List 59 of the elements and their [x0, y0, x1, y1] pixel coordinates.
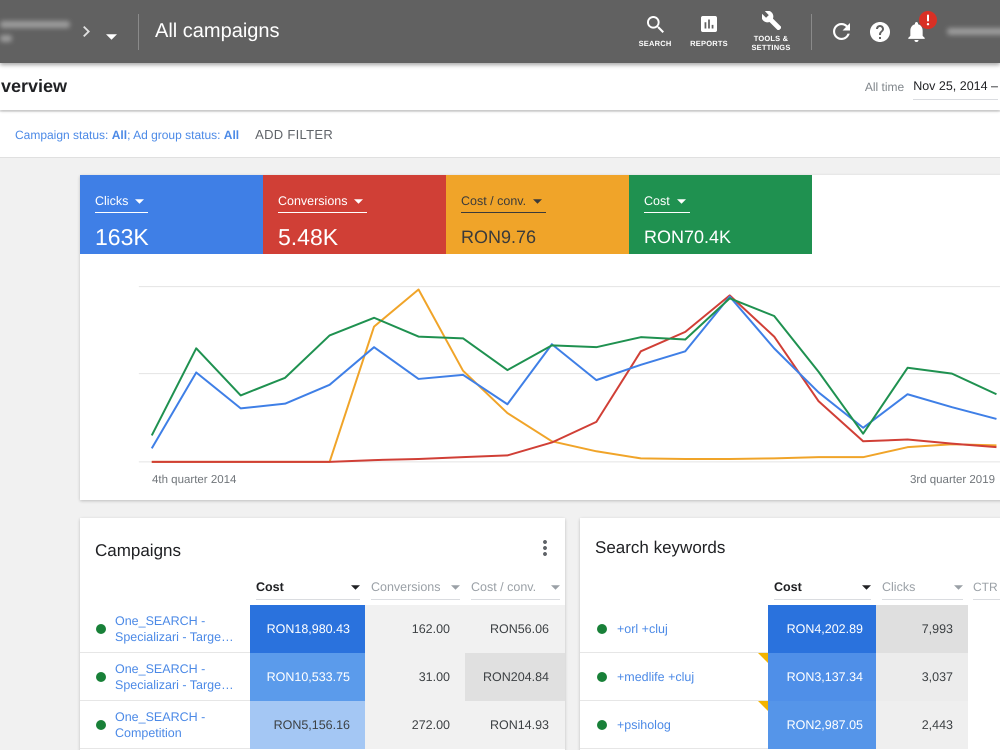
wrench-icon: [762, 11, 780, 30]
caret-icon[interactable]: [106, 34, 117, 40]
campaign-link[interactable]: One_SEARCH - Specializari - Targe…: [115, 612, 247, 644]
table-cell: RON3,137.34: [768, 653, 876, 701]
more-icon[interactable]: [543, 540, 547, 556]
metric-value: RON9.76: [461, 226, 538, 249]
keyword-link[interactable]: +psiholog: [617, 716, 671, 732]
table-cell: RON5,156.16: [250, 701, 365, 749]
keyword-link[interactable]: +medlife +cluj: [617, 668, 694, 684]
page-heading: verview: [1, 76, 68, 97]
table-cell: 3,037: [876, 653, 968, 701]
table-cell: RON18,980.43: [250, 605, 365, 653]
campaign-link[interactable]: One_SEARCH - Specializari - Targe…: [115, 660, 247, 692]
table-cell: RON56.06: [465, 605, 565, 653]
column-header[interactable]: Conversions: [371, 578, 460, 600]
metric-value: 5.48K: [278, 224, 340, 250]
card-title: Search keywords: [595, 538, 726, 558]
metric-dropdown[interactable]: Cost: [644, 194, 690, 213]
blurred-text: [947, 26, 1000, 37]
caret-icon: [354, 199, 364, 204]
table-cell: RON2,987.05: [768, 701, 876, 749]
caret-icon: [676, 199, 686, 204]
page-title: All campaigns: [155, 20, 280, 43]
bar-chart-icon: [701, 16, 717, 32]
caret-icon: [533, 199, 542, 204]
bell-icon[interactable]: [908, 22, 925, 42]
add-filter-button[interactable]: ADD FILTER: [255, 125, 334, 144]
table-cell: 162.00: [365, 605, 465, 653]
campaign-link[interactable]: One_SEARCH - Competition: [115, 708, 247, 740]
metric-value: RON70.4K: [644, 226, 732, 249]
column-header[interactable]: Clicks: [882, 578, 963, 600]
metric-dropdown[interactable]: Conversions: [278, 194, 368, 213]
chevron-icon: [83, 26, 90, 37]
table-cell: 31.00: [365, 653, 465, 701]
date-range-dropdown[interactable]: Nov 25, 2014 –: [913, 74, 998, 100]
filter-summary[interactable]: Campaign status: All; Ad group status: All: [15, 128, 240, 142]
column-header[interactable]: Cost / conv.: [471, 578, 560, 600]
column-header[interactable]: Cost: [256, 578, 360, 600]
metric-dropdown[interactable]: Clicks: [95, 194, 148, 213]
axis-label: 4th quarter 2014: [152, 474, 236, 486]
range-label: All time: [864, 80, 904, 94]
table-cell: RON4,202.89: [768, 605, 876, 653]
refresh-icon[interactable]: [833, 23, 850, 40]
table-cell: 2,443: [876, 701, 968, 749]
table-cell: 272.00: [365, 701, 465, 749]
card-title: Campaigns: [95, 541, 181, 561]
table-cell: RON10,533.75: [250, 653, 365, 701]
table-cell: 7,993: [876, 605, 968, 653]
table-cell: RON204.84: [465, 653, 565, 701]
column-header[interactable]: CTR: [973, 578, 1000, 600]
keyword-link[interactable]: +orl +cluj: [617, 620, 668, 636]
metric-value: 163K: [95, 224, 150, 250]
metric-dropdown[interactable]: Cost / conv.: [461, 194, 546, 213]
axis-label: 3rd quarter 2019: [910, 474, 995, 486]
help-icon[interactable]: [870, 22, 890, 42]
table-cell: RON14.93: [465, 701, 565, 749]
search-icon: [646, 16, 664, 32]
caret-icon: [135, 199, 144, 204]
column-header[interactable]: Cost: [774, 578, 871, 600]
